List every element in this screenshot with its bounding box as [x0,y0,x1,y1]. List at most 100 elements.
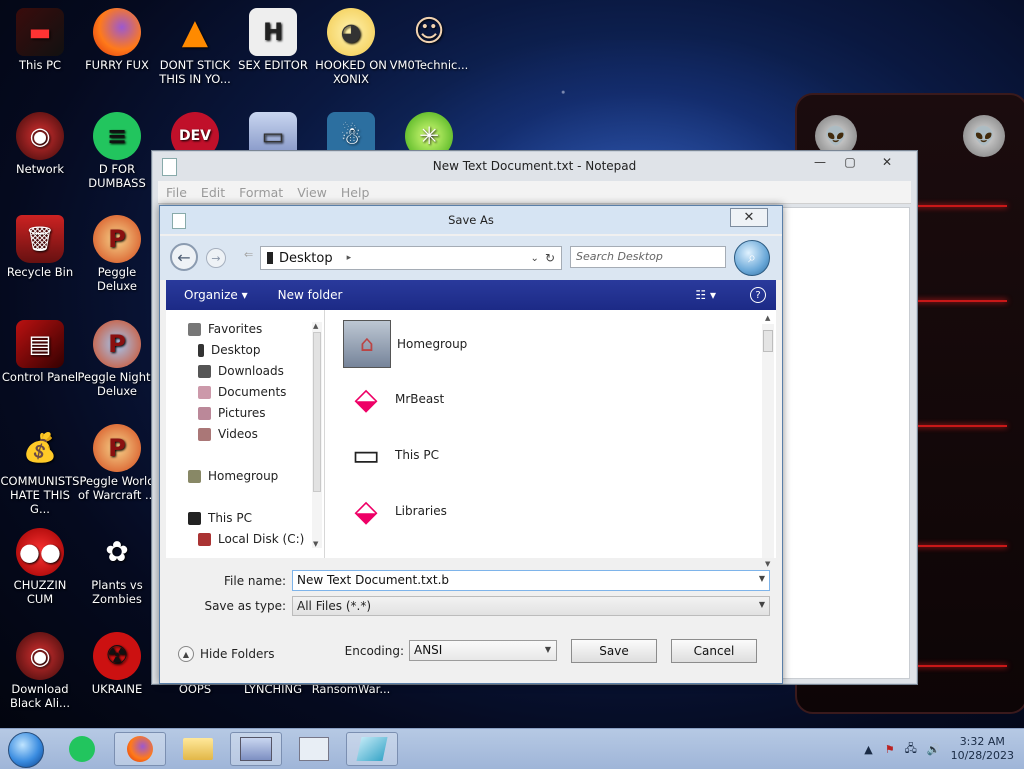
taskbar-file-explorer[interactable] [172,732,224,766]
organize-button[interactable]: Organize ▾ [184,288,248,302]
nav-desktop[interactable]: Desktop [198,343,261,357]
desktop-icon-control-panel[interactable]: ▤ Control Panel [0,320,80,384]
firefox-icon [93,8,141,56]
desktop-icon-download-black-ali[interactable]: ◉ Download Black Ali... [0,632,80,710]
chevron-down-icon[interactable]: ▼ [759,600,765,609]
desktop-icon-peggle-wow[interactable]: P Peggle World of Warcraft ... [77,424,157,502]
menu-format[interactable]: Format [239,185,283,200]
taskbar-window-app[interactable] [230,732,282,766]
homegroup-icon [188,469,201,483]
system-tray: ▲ ⚑ 🖧 🔊 3:32 AM 10/28/2023 [864,729,1014,769]
desktop-icon-sex-editor[interactable]: H SEX EDITOR [233,8,313,72]
nav-scrollbar[interactable]: ▲ ▼ [312,322,322,548]
desktop-icon-recycle-bin[interactable]: 🗑 Recycle Bin [0,215,80,279]
search-icon[interactable]: ⌕ [734,240,770,276]
desktop-icon-this-pc[interactable]: ▬ This PC [0,8,80,72]
location-icon [267,252,273,264]
cancel-button[interactable]: Cancel [671,639,757,663]
nav-documents[interactable]: Documents [198,385,286,399]
list-item[interactable]: ▭ This PC [343,432,439,478]
nav-downloads[interactable]: Downloads [198,364,284,378]
back-button[interactable]: ← [170,243,198,271]
forward-button[interactable]: → [206,248,226,268]
list-item[interactable]: ⬙ MrBeast [343,376,444,422]
volume-icon[interactable]: 🔊 [927,743,941,756]
nav-videos[interactable]: Videos [198,427,258,441]
menu-edit[interactable]: Edit [201,185,225,200]
nav-label: Homegroup [208,469,279,483]
notepad-titlebar[interactable]: New Text Document.txt - Notepad — ▢ ✕ [152,151,917,181]
chevron-down-icon[interactable]: ▼ [759,574,765,583]
nav-scroll-thumb[interactable] [313,332,321,492]
change-view-icon[interactable]: ☷ ▾ [695,288,716,302]
address-bar[interactable]: Desktop ▸ ⌄ ↻ [260,246,562,270]
desktop-icon-plants-vs-zombies[interactable]: ✿ Plants vs Zombies [77,528,157,607]
show-hidden-icons-icon[interactable]: ▲ [864,743,872,756]
file-name-input[interactable]: New Text Document.txt.b ▼ [292,570,770,591]
desktop-icon-vm0technic[interactable]: ☺ VM0Technic... [389,8,469,73]
notepad-icon [162,158,177,176]
desktop-icon-peggle-nights[interactable]: P Peggle Nights Deluxe [77,320,157,398]
radiation-icon: ☢ [93,632,141,680]
address-dropdown-icon[interactable]: ⌄ [531,253,539,264]
desktop-icon-communists[interactable]: 💰 COMMUNISTS HATE THIS G... [0,424,80,517]
nav-label: Documents [218,385,287,399]
clock[interactable]: 3:32 AM 10/28/2023 [951,735,1014,763]
search-input[interactable]: Search Desktop [570,246,726,268]
taskbar-firefox[interactable] [114,732,166,766]
recent-locations-icon[interactable]: ⇐ [244,248,253,261]
menu-view[interactable]: View [297,185,327,200]
minimize-button[interactable]: — [805,153,835,171]
file-scroll-thumb[interactable] [763,330,773,352]
menu-help[interactable]: Help [341,185,370,200]
scroll-down-icon[interactable]: ▼ [313,540,318,548]
scroll-up-icon[interactable]: ▲ [765,314,770,322]
homegroup-icon: ⌂ [343,320,391,368]
start-button[interactable] [8,732,44,768]
action-center-flag-icon[interactable]: ⚑ [885,743,895,756]
nav-local-disk[interactable]: Local Disk (C:) [198,532,304,546]
refresh-icon[interactable]: ↻ [545,251,555,265]
chevron-down-icon[interactable]: ▼ [545,645,551,654]
list-item[interactable]: ⌂ Homegroup [343,320,467,368]
list-item[interactable]: ⬙ Libraries [343,488,446,534]
scroll-up-icon[interactable]: ▲ [313,322,318,330]
desktop-icon-label: This PC [18,58,62,72]
nav-homegroup[interactable]: Homegroup [188,469,278,483]
hide-folders-button[interactable]: ▲ Hide Folders [178,646,275,662]
maximize-button[interactable]: ▢ [835,153,865,171]
desktop-icon-network[interactable]: ◉ Network [0,112,80,176]
save-as-dialog[interactable]: Save As ✕ ← → ⇐ Desktop ▸ ⌄ ↻ Search Des… [159,205,783,684]
nav-pictures[interactable]: Pictures [198,406,266,420]
scroll-down-icon[interactable]: ▼ [765,560,770,568]
desktop-icon-ukraine[interactable]: ☢ UKRAINE [77,632,157,696]
monitor-icon: ▭ [351,437,381,473]
close-button[interactable]: ✕ [865,153,909,171]
taskbar-chat-app[interactable] [56,732,108,766]
nav-this-pc[interactable]: This PC [188,511,252,525]
taskbar-task-manager[interactable] [288,732,340,766]
network-tray-icon[interactable]: 🖧 [905,740,917,759]
save-button[interactable]: Save [571,639,657,663]
nav-label: Local Disk (C:) [218,532,305,546]
new-folder-button[interactable]: New folder [278,288,343,302]
clock-time: 3:32 AM [959,735,1005,748]
help-icon[interactable]: ? [750,287,766,303]
save-as-type-select[interactable]: All Files (*.*) ▼ [292,596,770,616]
breadcrumb-arrow-icon[interactable]: ▸ [347,253,352,263]
notepad-text-area[interactable] [782,207,910,679]
desktop-icon-furry-fux[interactable]: FURRY FUX [77,8,157,72]
dialog-titlebar[interactable]: Save As ✕ [160,206,782,234]
nav-favorites[interactable]: Favorites [188,322,262,336]
taskbar-notepad[interactable] [346,732,398,766]
desktop-icon-peggle-deluxe[interactable]: P Peggle Deluxe [77,215,157,293]
encoding-label: Encoding: [344,644,404,658]
menu-file[interactable]: File [166,185,187,200]
desktop-icon-chuzzin[interactable]: ●● CHUZZIN CUM [0,528,80,606]
desktop-icon-dont-stick[interactable]: ▲ DONT STICK THIS IN YO... [155,8,235,86]
file-list-scrollbar[interactable]: ▲ ▼ [762,314,774,568]
dialog-close-button[interactable]: ✕ [730,208,768,227]
encoding-select[interactable]: ANSI ▼ [409,640,557,661]
desktop-icon-d-for-dumbass[interactable]: ≡ D FOR DUMBASS [77,112,157,190]
desktop-icon-hooked-on-xonix[interactable]: ◕ HOOKED ON XONIX [311,8,391,86]
